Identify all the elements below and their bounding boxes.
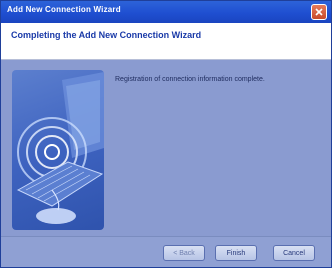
wizard-footer: < Back Finish Cancel bbox=[1, 237, 331, 267]
window-title: Add New Connection Wizard bbox=[7, 5, 121, 14]
wizard-window: Add New Connection Wizard Completing the… bbox=[0, 0, 332, 268]
network-computer-illustration bbox=[12, 70, 104, 230]
finish-button[interactable]: Finish bbox=[215, 245, 257, 261]
close-button[interactable] bbox=[311, 4, 327, 20]
title-bar: Add New Connection Wizard bbox=[1, 1, 331, 23]
completion-message: Registration of connection information c… bbox=[115, 76, 265, 83]
cancel-button[interactable]: Cancel bbox=[273, 245, 315, 261]
page-title: Completing the Add New Connection Wizard bbox=[11, 30, 202, 40]
back-button[interactable]: < Back bbox=[163, 245, 205, 261]
network-computer-icon bbox=[16, 72, 104, 224]
wizard-content: Registration of connection information c… bbox=[1, 60, 331, 236]
wizard-header: Completing the Add New Connection Wizard bbox=[1, 23, 331, 60]
close-icon bbox=[315, 8, 323, 16]
